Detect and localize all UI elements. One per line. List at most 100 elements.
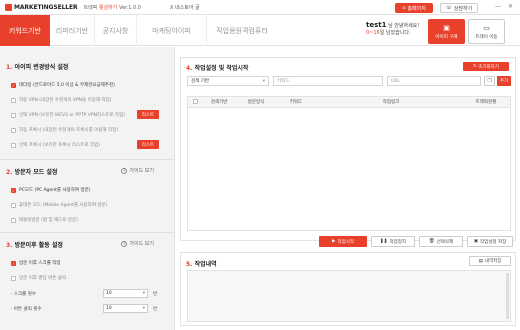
store-link[interactable]: X 네스토어 글 — [170, 4, 200, 11]
title-bar: MARKETINGSELLER 트레픽 활성하기 Ver.1.0.0 X 네스토… — [0, 0, 520, 15]
after-option-click[interactable]: 방문 이후 랜덤 버튼 클릭 — [11, 275, 66, 281]
checkbox-icon[interactable] — [11, 142, 16, 148]
visitor-option-tablet[interactable]: 태블릿방문 (탭 및 패드로 방문) — [11, 217, 78, 223]
task-log-panel: 5. 작업내역 ▤ 내역저장 — [180, 252, 516, 326]
ip-option-select-vpn[interactable]: 선택 VPN (보유한 IKEV2 or PPTP VPN리스트로 작업) — [11, 112, 125, 118]
after-option-scroll[interactable]: ✓ 방문 이후 스크롤 작업 — [11, 260, 61, 266]
logo-text: MARKETINGSELLER — [14, 3, 78, 11]
add-button[interactable]: 추가 — [497, 76, 511, 86]
checkbox-icon[interactable] — [11, 127, 16, 133]
checkbox-icon[interactable] — [11, 97, 16, 103]
panel-log-title: 5. 작업내역 — [186, 261, 217, 268]
ip-option-tethering[interactable]: ✓ 테더링 (안드로이드 5.0 이상 & 무제한요금제추천) — [11, 82, 115, 88]
cart-icon: ▣ — [443, 23, 450, 32]
ip-option-auto-vpn[interactable]: 자동 VPN (내장된 수천개의 VPN을 이용해 작업) — [11, 97, 112, 103]
chevron-down-icon[interactable]: ▾ — [143, 291, 145, 296]
tray-button[interactable]: ▭ 트레이 이동 — [468, 19, 505, 44]
chevron-down-icon: ▾ — [262, 78, 265, 84]
col-search: 검색기반 — [210, 100, 228, 105]
search-mode-select[interactable]: 검색 기반 ▾ — [187, 76, 269, 86]
monitor-icon: ▭ — [483, 23, 490, 32]
homepage-button[interactable]: ⌂ 홈페이지 — [395, 3, 433, 13]
task-table: 검색기반 방문방식 키워드 작업링크 트래픽현황 — [187, 96, 511, 231]
logo-mark-icon — [5, 3, 12, 11]
checkbox-checked-icon[interactable]: ✓ — [11, 260, 16, 266]
scroll-unit: 번 — [153, 292, 158, 297]
log-area[interactable] — [187, 270, 511, 322]
trial-label: 트레픽 — [83, 4, 98, 11]
divider — [0, 232, 175, 233]
log-scrollbar[interactable] — [506, 273, 509, 319]
copy-icon: ❐ — [487, 78, 492, 84]
user-greeting: test1 님 안녕하세요! 0~16일 남았습니다. — [366, 21, 420, 37]
question-icon: ? — [121, 167, 128, 174]
tab-referer[interactable]: 리퍼러기반 — [50, 15, 95, 46]
start-task-button[interactable]: ▶ 작업시작 — [319, 236, 367, 247]
col-visit: 방문방식 — [247, 100, 265, 105]
scroll-count-input[interactable]: 10 ▾ — [103, 289, 148, 298]
tab-notice[interactable]: 공지사항 — [95, 15, 137, 46]
table-header: 검색기반 방문방식 키워드 작업링크 트래픽현황 — [188, 97, 510, 108]
save-icon: ▣ — [473, 239, 478, 244]
url-input[interactable]: URL — [387, 76, 481, 86]
question-icon: ? — [121, 240, 128, 247]
trash-icon: 🗑 — [428, 239, 435, 244]
col-traffic: 트래픽현황 — [475, 100, 497, 105]
scroll-count-label: · 스크롤 횟수 — [11, 292, 36, 297]
save-settings-button[interactable]: ▣ 작업설정 저장 — [467, 236, 513, 247]
version-info: 트레픽 활성하기 Ver.1.0.0 — [84, 4, 141, 11]
stop-task-button[interactable]: ❚❚ 작업정지 — [371, 236, 415, 247]
purchase-ip-button[interactable]: ▣ 아이피 구매 — [428, 19, 465, 44]
visitor-option-mobile[interactable]: 휴대폰 모드 (Mobile Agent를 사용하여 방문) — [11, 202, 107, 208]
ip-option-select-proxy[interactable]: 선택 프록시 (보유한 프록시 리스트로 작업) — [11, 142, 100, 148]
visitor-guide-link[interactable]: ? 가이드 보기 — [121, 167, 154, 174]
after-guide-link[interactable]: ? 가이드 보기 — [121, 240, 154, 247]
version-label: Ver.1.0.0 — [118, 4, 141, 11]
document-icon: ▤ — [478, 258, 483, 264]
visitor-option-pc[interactable]: ✓ PC모드 (PC Agent를 사용하여 방문) — [11, 187, 91, 193]
user-id: test1 — [366, 21, 387, 29]
tab-remote-pc[interactable]: 작업용원격컴퓨터 — [207, 15, 277, 46]
close-button[interactable]: ✕ — [508, 3, 513, 10]
keyword-input[interactable]: 키워드 — [273, 76, 383, 86]
play-icon: ▶ — [331, 239, 336, 244]
divider — [0, 159, 175, 160]
tab-marketing-ip[interactable]: 마케팅아이피 — [137, 15, 207, 46]
checkbox-icon[interactable] — [192, 98, 198, 104]
col-keyword: 키워드 — [289, 100, 303, 105]
tab-keyword[interactable]: 키워드기반 — [0, 15, 50, 46]
main-nav: 키워드기반 리퍼러기반 공지사항 마케팅아이피 작업용원격컴퓨터 test1 님… — [0, 15, 520, 46]
url-copy-button[interactable]: ❐ — [484, 76, 495, 86]
section-visitor-title: 2. 방문자 모드 설정 — [6, 169, 58, 176]
proxy-list-button[interactable]: 리스트 — [137, 140, 159, 149]
task-settings-panel: 4. 작업설정 및 작업시작 ↻ 초기화하기 검색 기반 ▾ 키워드 URL ❐… — [180, 57, 516, 247]
delete-selected-button[interactable]: 🗑 선택삭제 — [419, 236, 463, 247]
active-label[interactable]: 활성하기 — [99, 5, 117, 11]
checkbox-checked-icon[interactable]: ✓ — [11, 187, 16, 193]
chevron-down-icon[interactable]: ▾ — [143, 306, 145, 311]
click-unit: 번 — [153, 307, 158, 312]
reset-button[interactable]: ↻ 초기화하기 — [463, 62, 509, 71]
section-ip-title: 1. 아이피 변경방식 설정 — [6, 64, 69, 71]
work-area: 4. 작업설정 및 작업시작 ↻ 초기화하기 검색 기반 ▾ 키워드 URL ❐… — [175, 47, 520, 330]
app-logo: MARKETINGSELLER 트레픽 활성하기 Ver.1.0.0 — [5, 3, 141, 11]
vpn-list-button[interactable]: 리스트 — [137, 110, 159, 119]
days-left: 0~16 — [366, 30, 380, 36]
checkbox-icon[interactable] — [11, 112, 16, 118]
save-log-button[interactable]: ▤ 내역저장 — [469, 256, 511, 266]
consult-button[interactable]: ☏ 상담하기 — [440, 3, 478, 13]
pause-icon: ❚❚ — [379, 239, 388, 244]
checkbox-icon[interactable] — [11, 275, 16, 281]
click-count-input[interactable]: 10 ▾ — [103, 304, 148, 313]
section-after-title: 3. 방문이후 활동 설정 — [6, 242, 63, 249]
chat-icon: ☏ — [445, 5, 452, 11]
col-link: 작업링크 — [382, 100, 400, 105]
panel-task-title: 4. 작업설정 및 작업시작 — [186, 65, 249, 72]
checkbox-icon[interactable] — [11, 217, 16, 223]
ip-option-auto-proxy[interactable]: 자동 프록시 (내장된 수천개의 프록시를 이용해 작업) — [11, 127, 118, 133]
checkbox-checked-icon[interactable]: ✓ — [11, 82, 16, 88]
select-all-cell[interactable] — [188, 98, 202, 106]
home-icon: ⌂ — [402, 5, 406, 11]
checkbox-icon[interactable] — [11, 202, 16, 208]
minimize-button[interactable]: — — [495, 3, 501, 10]
